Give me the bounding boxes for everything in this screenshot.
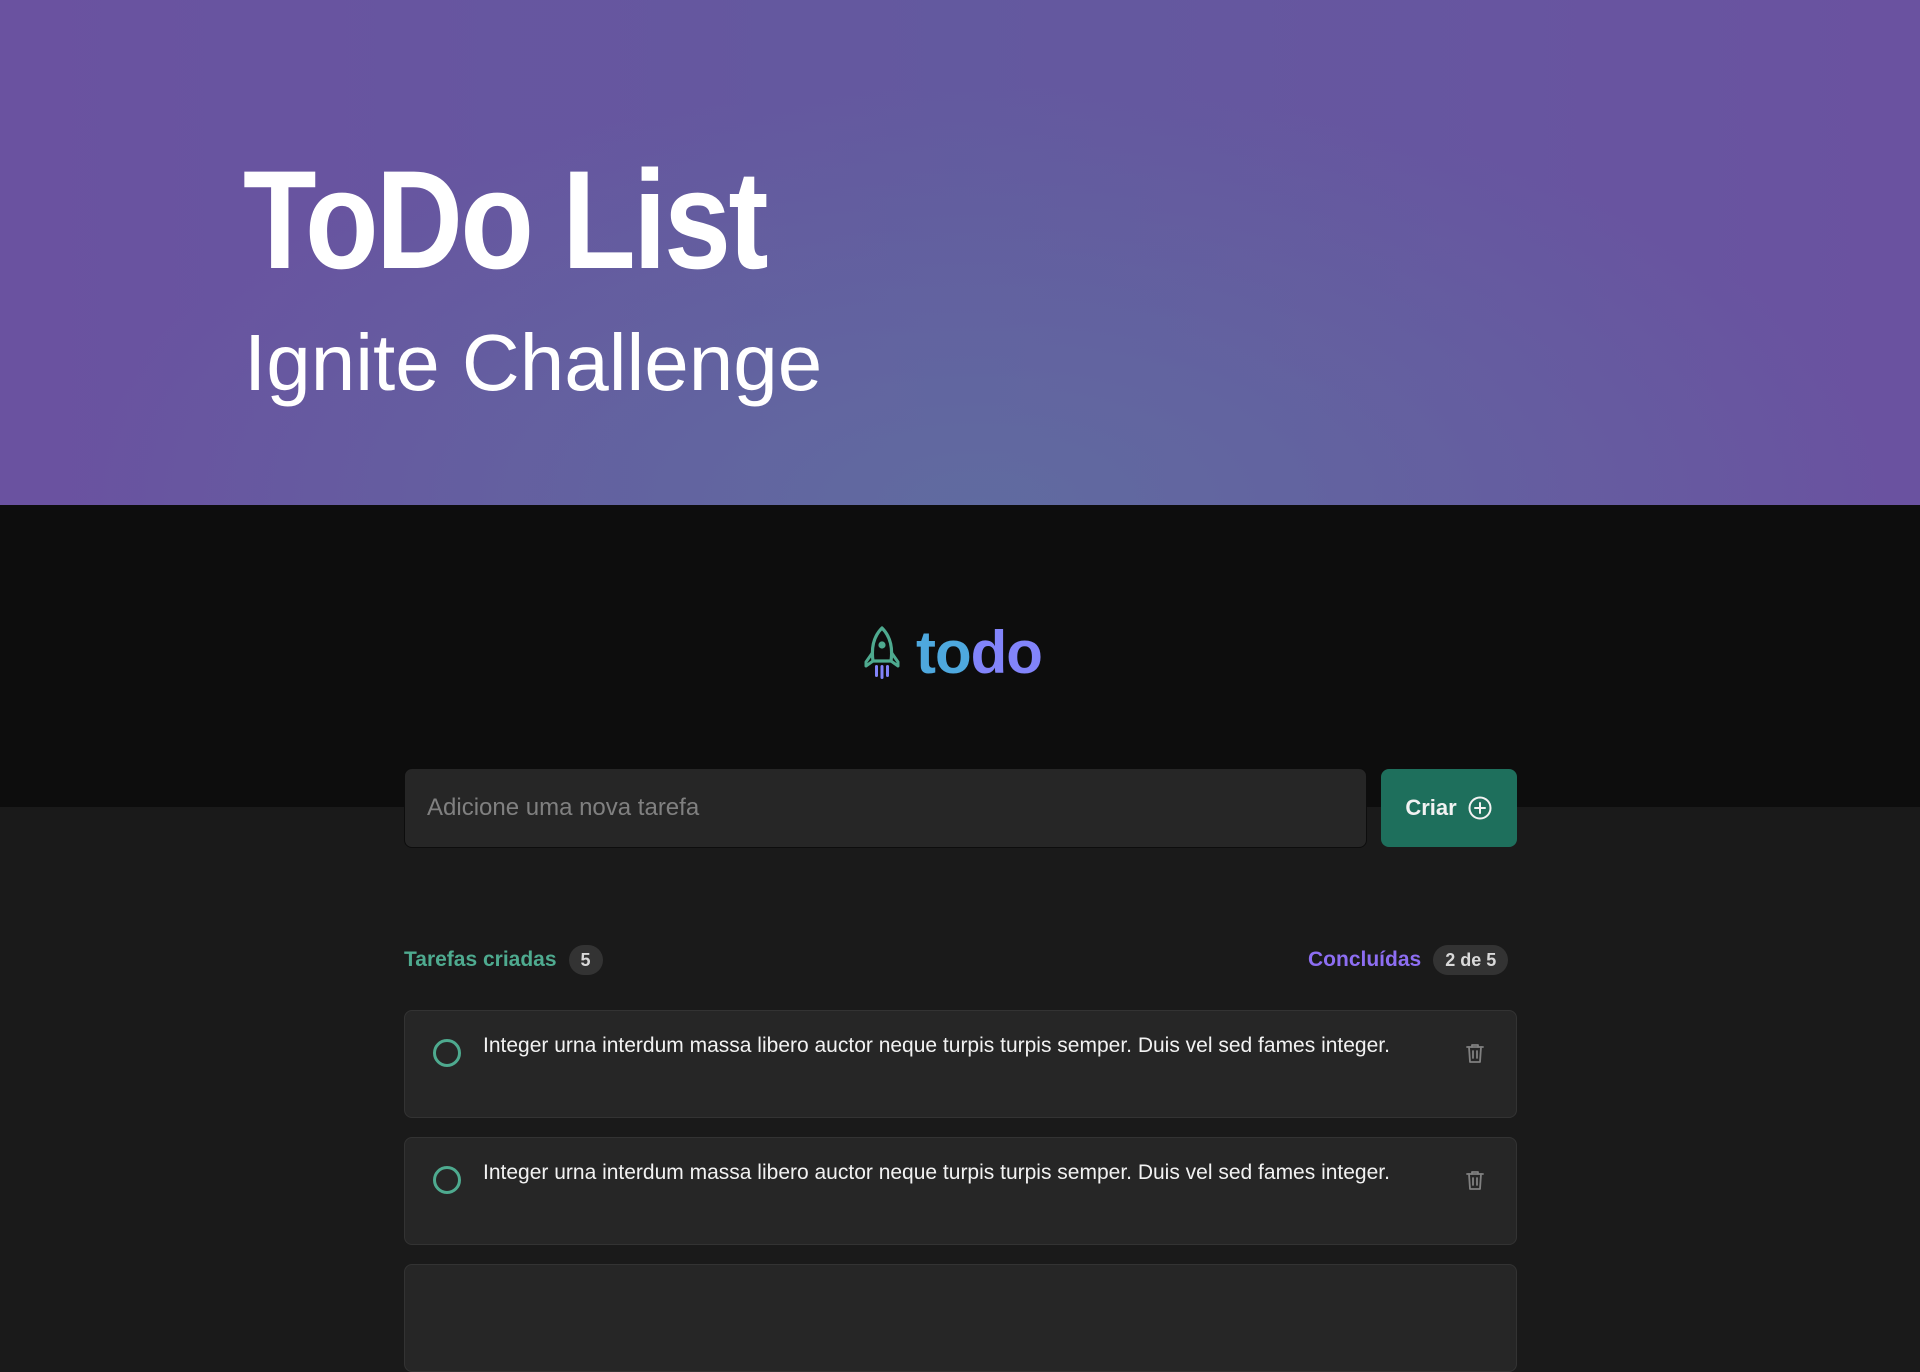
rocket-icon xyxy=(862,625,902,681)
done-tasks-counter: Concluídas 2 de 5 xyxy=(1308,944,1509,976)
task-text: Integer urna interdum massa libero aucto… xyxy=(483,1161,1390,1184)
new-task-input[interactable]: Adicione uma nova tarefa xyxy=(404,768,1367,848)
trash-icon[interactable] xyxy=(1463,1168,1487,1192)
create-task-button[interactable]: Criar xyxy=(1381,769,1517,847)
hero-subtitle: Ignite Challenge xyxy=(244,318,823,407)
logo-wordmark: todo xyxy=(916,623,1043,683)
plus-circle-icon xyxy=(1467,795,1493,821)
done-tasks-label: Concluídas xyxy=(1308,948,1422,971)
created-tasks-label: Tarefas criadas xyxy=(404,948,557,971)
task-item: Integer urna interdum massa libero aucto… xyxy=(404,1010,1517,1118)
logo-text-to: to xyxy=(916,619,972,686)
app-logo: todo xyxy=(862,623,1043,683)
hero-banner: ToDo List Ignite Challenge xyxy=(0,0,1920,505)
create-button-label: Criar xyxy=(1405,795,1457,820)
task-checkbox[interactable] xyxy=(433,1039,461,1067)
done-tasks-badge: 2 de 5 xyxy=(1433,945,1509,975)
created-tasks-counter: Tarefas criadas 5 xyxy=(404,944,603,976)
task-checkbox[interactable] xyxy=(433,1166,461,1194)
task-text: Integer urna interdum massa libero aucto… xyxy=(483,1034,1390,1057)
hero-title: ToDo List xyxy=(243,141,769,298)
logo-text-do: do xyxy=(970,619,1043,686)
task-item-partial xyxy=(404,1264,1517,1372)
new-task-placeholder: Adicione uma nova tarefa xyxy=(427,794,700,821)
trash-icon[interactable] xyxy=(1463,1041,1487,1065)
task-item: Integer urna interdum massa libero aucto… xyxy=(404,1137,1517,1245)
created-tasks-badge: 5 xyxy=(568,945,603,975)
